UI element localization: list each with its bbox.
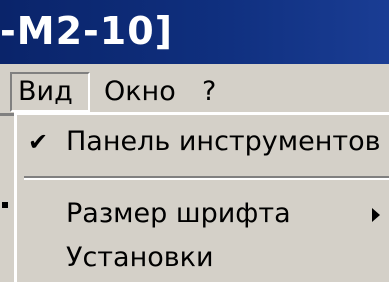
- check-icon: ✔: [28, 128, 49, 156]
- view-menu-dropdown: ✔ Панель инструментов Размер шрифта Уста…: [14, 112, 389, 282]
- menu-help[interactable]: ?: [196, 72, 222, 112]
- menu-bar: Вид Окно ?: [0, 64, 389, 118]
- window-title: -M2-10]: [0, 9, 174, 53]
- menu-item-settings[interactable]: Установки: [16, 238, 389, 278]
- menu-help-label: ?: [202, 76, 217, 107]
- menu-item-toolbar-label: Панель инструментов: [66, 126, 381, 157]
- menu-separator: [24, 176, 389, 180]
- menu-window-label: Окно: [104, 76, 176, 107]
- menu-item-font-size-label: Размер шрифта: [66, 198, 291, 229]
- submenu-arrow-icon: [372, 208, 380, 222]
- menu-view-label: Вид: [18, 76, 73, 107]
- underlying-window-edge: [0, 116, 14, 282]
- menu-item-font-size[interactable]: Размер шрифта: [16, 194, 389, 234]
- window-titlebar[interactable]: -M2-10]: [0, 0, 389, 64]
- underlying-window-mark: [2, 202, 8, 208]
- menu-item-toolbar[interactable]: ✔ Панель инструментов: [16, 122, 389, 162]
- menu-view[interactable]: Вид: [10, 72, 90, 112]
- menu-item-settings-label: Установки: [66, 242, 214, 273]
- menu-window[interactable]: Окно: [98, 72, 182, 112]
- screen: -M2-10] Вид Окно ? ✔ Панель инструментов…: [0, 0, 389, 282]
